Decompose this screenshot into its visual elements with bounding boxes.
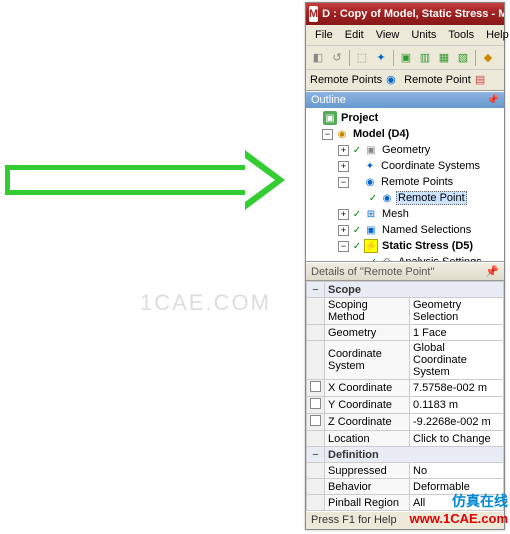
prop-location[interactable]: LocationClick to Change [307,431,504,447]
settings-icon: ⚙ [380,255,394,262]
details-header: Details of "Remote Point" 📌 [306,262,504,281]
geometry-icon: ▣ [364,143,378,157]
tool-btn-4[interactable]: ✦ [372,49,390,67]
menu-units[interactable]: Units [406,28,441,42]
expander-icon[interactable]: − [338,241,349,252]
tool-btn-1[interactable]: ◧ [309,49,327,67]
expander-icon[interactable]: + [338,209,349,220]
outline-tree[interactable]: ▣ Project − ◉ Model (D4) + ✓ ▣ Geometry … [306,108,504,262]
tree-remote-point[interactable]: ✓ ◉ Remote Point [308,190,502,206]
tree-analysis-settings[interactable]: ✓ ⚙ Analysis Settings [308,254,502,262]
menu-help[interactable]: Help [481,28,510,42]
remote-points-icon: ◉ [363,175,377,189]
tree-model[interactable]: − ◉ Model (D4) [308,126,502,142]
tree-named-selections[interactable]: + ✓ ▣ Named Selections [308,222,502,238]
status-text: Press F1 for Help [311,514,397,526]
pin-icon[interactable]: 📌 [485,265,499,278]
pin-icon[interactable]: 📌 [487,95,499,106]
tree-coord-systems[interactable]: + ✦ Coordinate Systems [308,158,502,174]
watermark-center: 1CAE.COM [140,290,271,316]
expander-icon[interactable]: − [338,177,349,188]
outline-title: Outline [311,94,346,106]
expander-icon[interactable]: + [338,225,349,236]
tree-remote-points[interactable]: − ◉ Remote Points [308,174,502,190]
remote-point-icon: ◉ [386,73,400,87]
prop-pinball[interactable]: Pinball RegionAll [307,495,504,511]
title-bar[interactable]: M D : Copy of Model, Static Stress - Mec… [306,3,504,25]
tool-btn-5[interactable]: ▣ [397,49,415,67]
prop-csys[interactable]: Coordinate SystemGlobal Coordinate Syste… [307,341,504,380]
context-toolbar: Remote Points ◉ Remote Point ▤ [306,70,504,91]
prop-geometry[interactable]: Geometry1 Face [307,325,504,341]
tool-btn-6[interactable]: ▥ [416,49,434,67]
model-icon: ◉ [335,127,349,141]
prop-z-coord[interactable]: Z Coordinate-9.2268e-002 m [307,414,504,431]
status-bar: Press F1 for Help [306,511,504,529]
tool-btn-7[interactable]: ▦ [435,49,453,67]
window-title: D : Copy of Model, Static Stress - Mecha… [322,8,504,20]
prop-scoping-method[interactable]: Scoping MethodGeometry Selection [307,298,504,325]
tree-project[interactable]: ▣ Project [308,110,502,126]
callout-arrow [5,150,295,210]
details-grid: −Scope Scoping MethodGeometry Selection … [306,281,504,511]
tree-static-stress[interactable]: − ✓ ⚡ Static Stress (D5) [308,238,502,254]
menu-tools[interactable]: Tools [443,28,479,42]
prop-y-coord[interactable]: Y Coordinate0.1183 m [307,397,504,414]
app-window: M D : Copy of Model, Static Stress - Mec… [305,2,505,530]
tool-btn-3[interactable]: ⬚ [353,49,371,67]
prop-behavior[interactable]: BehaviorDeformable [307,479,504,495]
prop-x-coord[interactable]: X Coordinate7.5758e-002 m [307,380,504,397]
expander-icon[interactable]: + [338,161,349,172]
details-title: Details of "Remote Point" [311,266,434,278]
project-icon: ▣ [323,111,337,125]
tool-btn-2[interactable]: ↺ [328,49,346,67]
menu-edit[interactable]: Edit [340,28,369,42]
app-icon: M [309,6,318,22]
remote-point-icon: ◉ [380,191,394,205]
mesh-icon: ⊞ [364,207,378,221]
outline-header: Outline 📌 [306,91,504,108]
group-definition[interactable]: −Definition [307,447,504,463]
prop-suppressed[interactable]: SuppressedNo [307,463,504,479]
environment-icon: ⚡ [364,239,378,253]
tool-btn-9[interactable]: ◆ [479,49,497,67]
tool-btn-8[interactable]: ▧ [454,49,472,67]
expander-icon[interactable]: − [322,129,333,140]
menu-bar: File Edit View Units Tools Help ✓ [306,25,504,46]
tree-mesh[interactable]: + ✓ ⊞ Mesh [308,206,502,222]
menu-file[interactable]: File [310,28,338,42]
comment-icon[interactable]: ▤ [475,73,489,87]
menu-view[interactable]: View [371,28,405,42]
coord-icon: ✦ [363,159,377,173]
expander-icon[interactable]: + [338,145,349,156]
main-toolbar: ◧ ↺ ⬚ ✦ ▣ ▥ ▦ ▧ ◆ [306,46,504,70]
group-scope[interactable]: −Scope [307,282,504,298]
remote-points-label: Remote Points [310,74,382,86]
remote-point-btn[interactable]: Remote Point [404,74,471,86]
tree-geometry[interactable]: + ✓ ▣ Geometry [308,142,502,158]
named-sel-icon: ▣ [364,223,378,237]
